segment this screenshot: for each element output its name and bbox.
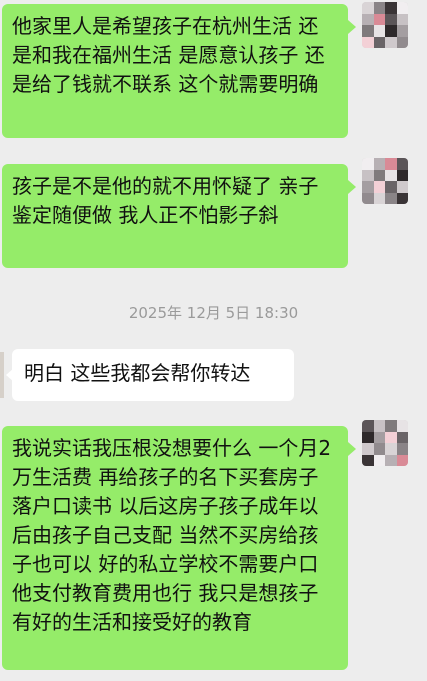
message-bubble-sent[interactable]: 孩子是不是他的就不用怀疑了 亲子鉴定随便做 我人正不怕影子斜 (2, 164, 348, 268)
bubble-tail (348, 180, 356, 194)
message-text: 他家里人是希望孩子在杭州生活 还是和我在福州生活 是愿意认孩子 还是给了钱就不联… (12, 14, 325, 96)
message-bubble-sent[interactable]: 我说实话我压根没想要什么 一个月2万生活费 再给孩子的名下买套房子落户口读书 以… (2, 426, 348, 670)
bubble-tail (348, 442, 356, 456)
message-bubble-received[interactable]: 明白 这些我都会帮你转达 (12, 349, 294, 401)
message-text: 孩子是不是他的就不用怀疑了 亲子鉴定随便做 我人正不怕影子斜 (12, 174, 319, 227)
message-text: 我说实话我压根没想要什么 一个月2万生活费 再给孩子的名下买套房子落户口读书 以… (12, 436, 332, 634)
self-avatar-icon[interactable] (362, 158, 408, 204)
self-avatar-icon[interactable] (362, 420, 408, 466)
message-bubble-sent[interactable]: 他家里人是希望孩子在杭州生活 还是和我在福州生活 是愿意认孩子 还是给了钱就不联… (2, 4, 348, 138)
self-avatar-icon[interactable] (362, 2, 408, 48)
contact-avatar-icon[interactable] (0, 352, 4, 398)
chat-timestamp: 2025年 12月 5日 18:30 (128, 304, 299, 322)
bubble-tail (348, 20, 356, 34)
message-text: 明白 这些我都会帮你转达 (24, 361, 251, 385)
